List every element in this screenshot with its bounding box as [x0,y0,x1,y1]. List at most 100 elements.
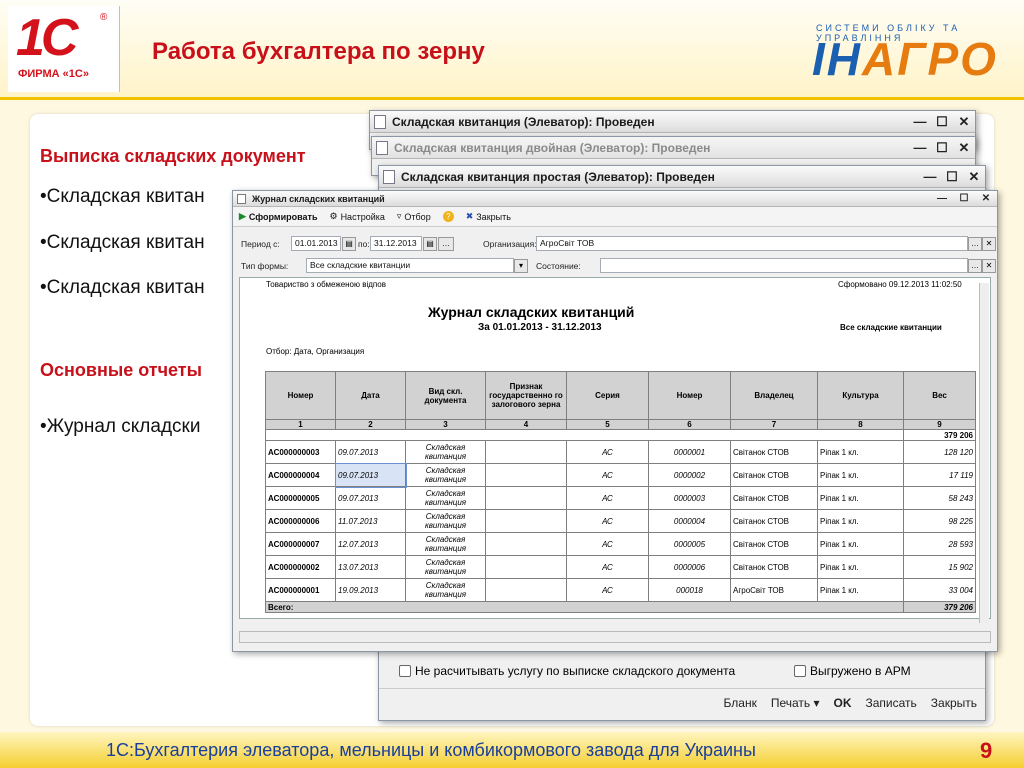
column-index: 8 [817,419,904,430]
column-header: Вид скл. документа [405,371,486,420]
report-title: Журнал складских квитанций [428,304,635,320]
state-field[interactable] [600,258,968,273]
vertical-scrollbar[interactable] [979,283,989,623]
minimize-icon[interactable]: — [909,140,931,155]
calendar-icon[interactable]: ▤ [423,237,437,251]
cell-weight: 17 119 [903,463,976,487]
table-row[interactable]: АС000000007 12.07.2013 Складская квитанция… [265,532,976,556]
date-from-field[interactable]: 01.01.2013 [291,236,341,251]
cell-owner: Світанок СТОВ [730,532,818,556]
maximize-icon[interactable]: ☐ [931,140,953,156]
maximize-icon[interactable]: ☐ [941,169,963,185]
column-index: 9 [903,419,976,430]
select-button[interactable]: … [968,259,982,273]
close-icon[interactable]: ✕ [975,193,997,204]
filter-button[interactable]: ▿ Отбор [397,211,431,222]
calendar-icon[interactable]: ▤ [342,237,356,251]
checkbox-box[interactable] [794,665,806,677]
window-titlebar[interactable]: Складская квитанция двойная (Элеватор): … [372,137,975,159]
settings-icon: ⚙ [329,211,338,221]
chevron-down-icon[interactable]: ▾ [514,259,528,273]
help-icon: ? [442,211,454,222]
column-index: 2 [335,419,406,430]
column-index: 7 [730,419,818,430]
cell-number: АС000000001 [265,578,336,602]
organization-field[interactable]: АгроСвіт ТОВ [536,236,968,251]
column-index: 5 [566,419,649,430]
checkbox-exported-arm[interactable]: Выгружено в АРМ [794,664,911,678]
date-to-field[interactable]: 31.12.2013 [370,236,422,251]
brand-logo: ІНАГРО [812,32,998,86]
period-select-button[interactable]: … [438,237,454,251]
cell-owner: Світанок СТОВ [730,486,818,510]
close-button[interactable]: Закрыть [931,696,977,710]
period-label: Период с: [241,239,280,249]
print-button[interactable]: Печать ▾ [771,696,820,710]
minimize-icon[interactable]: — [909,114,931,129]
table-row[interactable]: АС000000004 09.07.2013 Складская квитанция… [265,462,976,488]
cell-pledge [485,486,567,510]
maximize-icon[interactable]: ☐ [931,114,953,130]
close-icon[interactable]: ✕ [953,114,975,130]
minimize-icon[interactable]: — [931,193,953,204]
journal-toolbar: ▶ Сформировать ⚙ Настройка ▿ Отбор ? ✖ Закры… [233,207,997,227]
checkbox-box[interactable] [399,665,411,677]
footer-text: 1С:Бухгалтерия элеватора, мельницы и ком… [106,740,756,760]
close-icon[interactable]: ✕ [953,140,975,156]
form-type-select[interactable]: Все складские квитанции [306,258,514,273]
cell-number: АС000000003 [265,440,336,464]
organization-label: Организация: [483,239,537,249]
report-scope: Все складские квитанции [840,323,942,332]
table-row[interactable]: АС000000001 19.09.2013 Складская квитанция… [265,578,976,602]
cell-doc-kind: Складская квитанция [405,486,486,510]
blank-button[interactable]: Бланк [724,696,757,710]
table-row[interactable]: АС000000003 09.07.2013 Складская квитанция… [265,440,976,464]
window-titlebar[interactable]: Складская квитанция (Элеватор): Проведен… [370,111,975,133]
document-icon [383,169,395,184]
clear-icon[interactable]: ✕ [982,237,996,251]
cell-doc-kind: Складская квитанция [405,509,486,533]
close-report-button[interactable]: ✖ Закрыть [466,211,511,222]
settings-button[interactable]: ⚙ Настройка [329,211,384,222]
column-index: 1 [265,419,336,430]
cell-number: АС000000002 [265,555,336,579]
window-journal[interactable]: Журнал складских квитанций — ☐ ✕ ▶ Сформи… [232,190,998,652]
table-row[interactable]: АС000000006 11.07.2013 Складская квитанция… [265,509,976,533]
column-index-row: 1 2 3 4 5 6 7 8 9 [265,419,976,430]
logo-1c: 1С ® ФИРМА «1С» [8,6,120,92]
help-button[interactable]: ? [442,211,454,222]
cell-weight: 15 902 [903,555,976,579]
cell-doc-kind: Складская квитанция [405,463,486,487]
save-button[interactable]: Записать [866,696,917,710]
horizontal-scrollbar[interactable] [239,631,991,643]
select-button[interactable]: … [968,237,982,251]
clear-icon[interactable]: ✕ [982,259,996,273]
cell-doc-kind: Складская квитанция [405,440,486,464]
cell-series: АС [566,486,649,510]
checkbox-label: Выгружено в АРМ [810,664,911,678]
table-row[interactable]: АС000000002 13.07.2013 Складская квитанция… [265,555,976,579]
window-titlebar[interactable]: Складская квитанция простая (Элеватор): … [379,166,985,188]
generate-button[interactable]: ▶ Сформировать [239,211,317,222]
ok-button[interactable]: OK [834,696,852,710]
cell-owner: Світанок СТОВ [730,463,818,487]
cell-weight: 128 120 [903,440,976,464]
table-row[interactable]: АС000000005 09.07.2013 Складская квитанция… [265,486,976,510]
cell-date: 09.07.2013 [335,486,406,510]
minimize-icon[interactable]: — [919,169,941,184]
group-row[interactable]: 379 206 [265,429,976,441]
report-table: Номер Дата Вид скл. документа Признак го… [265,371,976,613]
cell-series: АС [566,509,649,533]
generate-label: Сформировать [248,211,318,222]
state-label: Состояние: [536,261,581,271]
logo-registered: ® [100,12,108,23]
bullet-item: •Складская квитан [40,186,205,207]
cell-date: 19.09.2013 [335,578,406,602]
close-icon[interactable]: ✕ [963,169,985,185]
maximize-icon[interactable]: ☐ [953,193,975,204]
report-area[interactable]: Товариство з обмеженою відпов Сформовано… [239,277,991,619]
brand-part2: АГРО [862,33,998,85]
checkbox-no-service[interactable]: Не расчитывать услугу по выписке складск… [399,664,735,678]
section-reports-title: Основные отчеты [40,360,202,380]
window-titlebar[interactable]: Журнал складских квитанций — ☐ ✕ [233,191,997,207]
